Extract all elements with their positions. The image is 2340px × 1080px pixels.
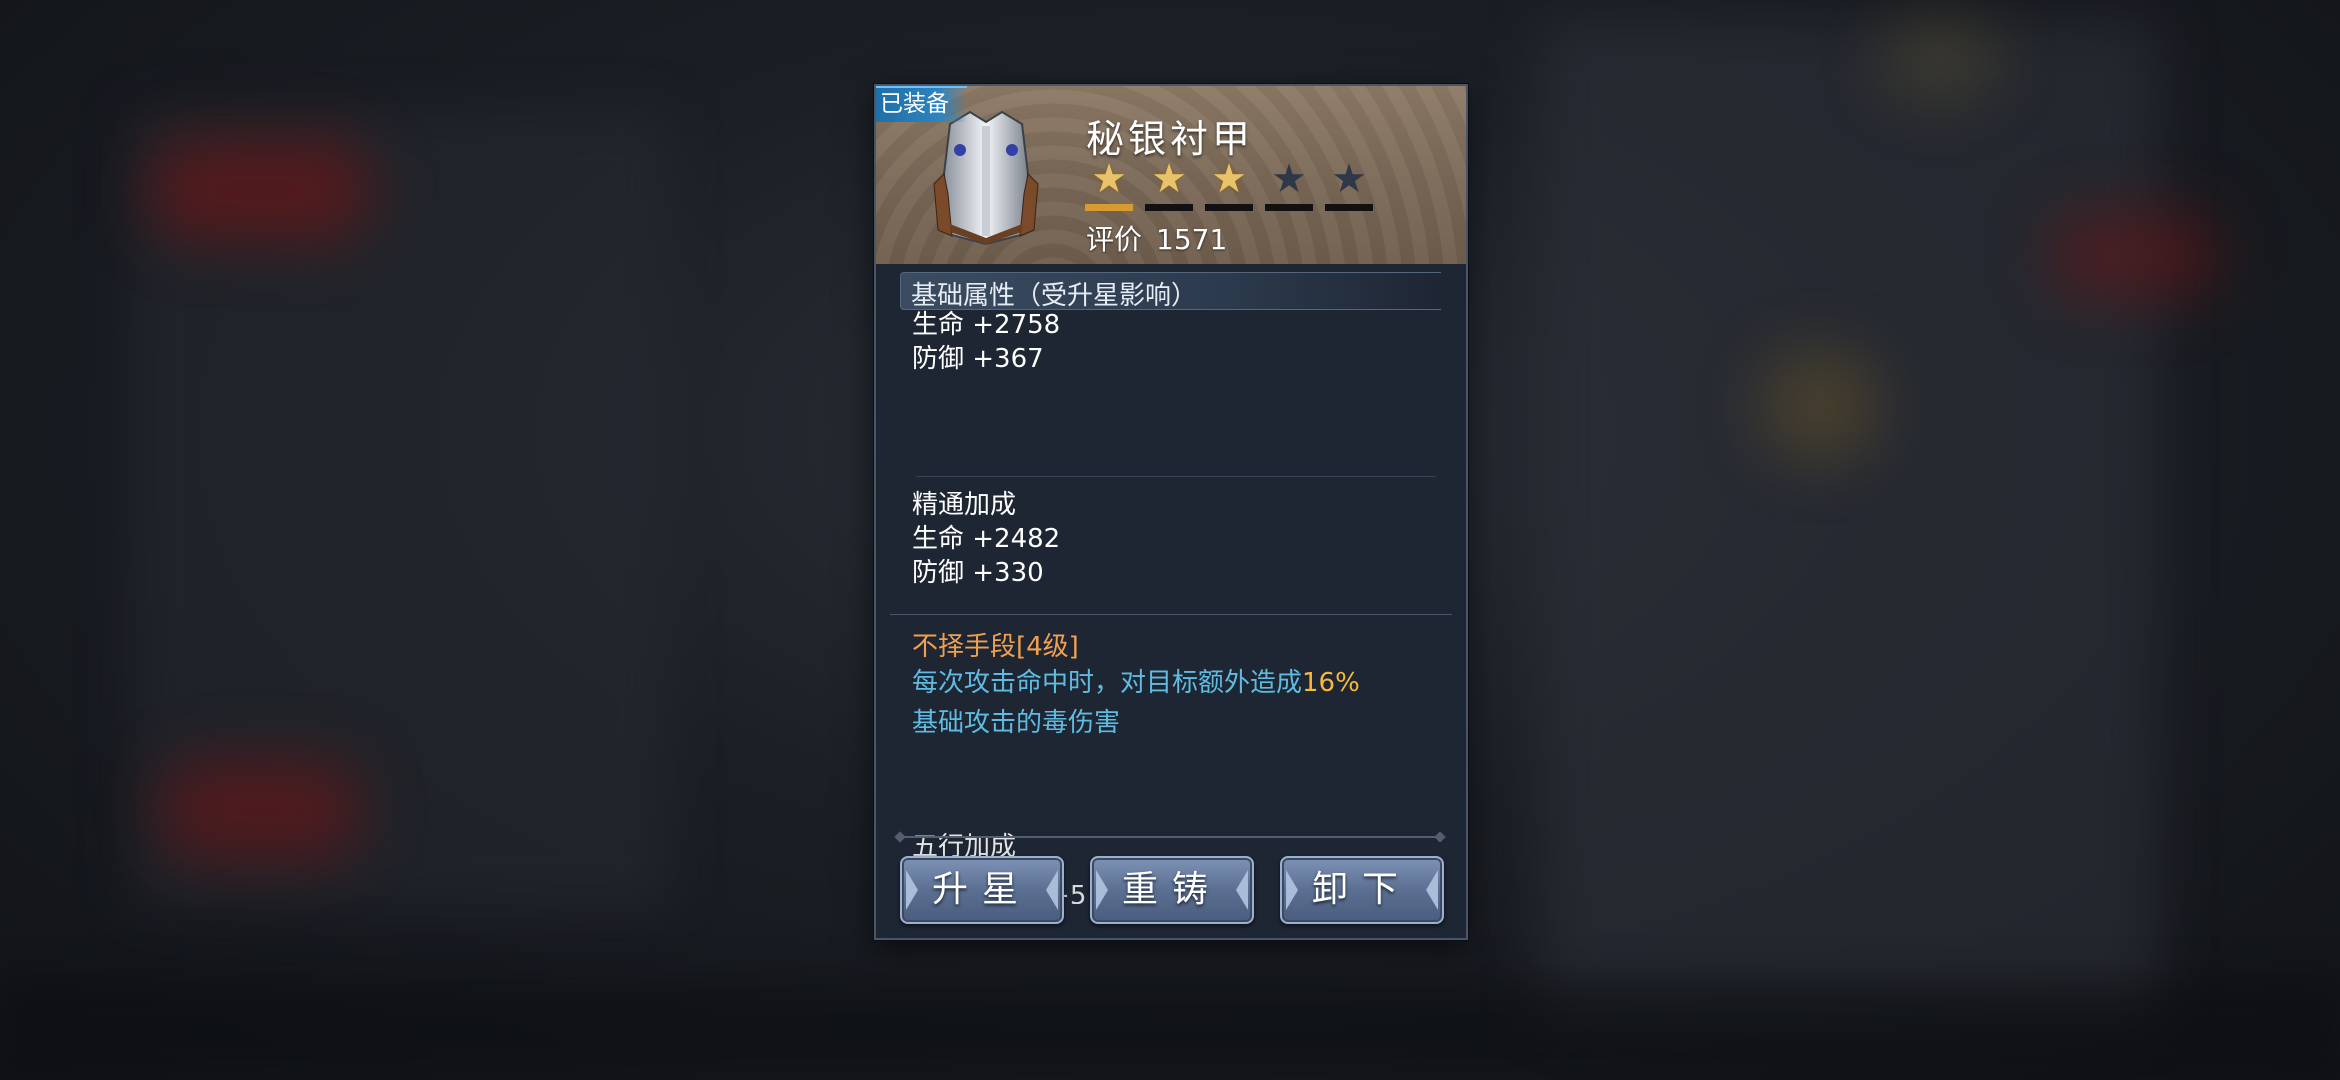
star-empty-icon: ★	[1271, 156, 1307, 202]
background-right-panel	[1540, 20, 2160, 1020]
item-rating: 评价 1571	[1086, 218, 1227, 258]
divider	[916, 476, 1436, 477]
skill-description-line1: 每次攻击命中时，对目标额外造成16%	[912, 666, 1360, 700]
star-bar	[1205, 204, 1253, 211]
star-bar	[1265, 204, 1313, 211]
star-bar	[1325, 204, 1373, 211]
skill-description-line2: 基础攻击的毒伤害	[912, 708, 1121, 738]
unequip-button[interactable]: 卸下	[1280, 856, 1444, 924]
star-slot-1: ★	[1085, 156, 1133, 211]
mastery-hp: 生命 +2482	[912, 524, 1061, 554]
mastery-defense: 防御 +330	[912, 558, 1044, 588]
base-attributes-header: 基础属性（受升星影响）	[900, 272, 1441, 311]
base-hp: 生命 +2758	[912, 310, 1061, 340]
background-gold-item	[1760, 350, 1880, 460]
background-red-button-right	[2050, 210, 2220, 300]
base-defense: 防御 +367	[912, 344, 1044, 374]
star-filled-icon: ★	[1211, 156, 1247, 202]
background-gold-item-2	[1880, 20, 2000, 100]
rating-value: 1571	[1156, 223, 1228, 256]
star-empty-icon: ★	[1331, 156, 1367, 202]
rating-label: 评价	[1086, 223, 1143, 256]
armor-icon	[933, 110, 1039, 246]
item-header: 已装备 秘银衬甲 ★ ★ ★ ★ ★ 评价 1571	[876, 86, 1466, 264]
reforge-button[interactable]: 重铸	[1090, 856, 1254, 924]
equipment-detail-panel: 已装备 秘银衬甲 ★ ★ ★ ★ ★ 评价 1571 基础属性（受升星影响） 生…	[874, 84, 1468, 940]
background-red-button-top	[150, 140, 370, 240]
item-name: 秘银衬甲	[1086, 117, 1255, 161]
star-rating: ★ ★ ★ ★ ★	[1085, 156, 1373, 211]
skill-title: 不择手段[4级]	[912, 632, 1079, 662]
background-red-button-bottom	[160, 760, 360, 860]
star-slot-5: ★	[1325, 156, 1373, 211]
star-slot-4: ★	[1265, 156, 1313, 211]
mastery-title: 精通加成	[912, 490, 1017, 520]
item-details-scroll[interactable]: 基础属性（受升星影响） 生命 +2758 防御 +367 精通加成 生命 +24…	[876, 264, 1466, 904]
equipped-tag: 已装备	[876, 86, 967, 122]
star-filled-icon: ★	[1091, 156, 1127, 202]
star-filled-icon: ★	[1151, 156, 1187, 202]
bottom-separator	[900, 836, 1440, 838]
star-bar	[1145, 204, 1193, 211]
star-bar	[1085, 204, 1133, 211]
star-slot-3: ★	[1205, 156, 1253, 211]
background-bottom-bar	[0, 980, 2340, 1080]
skill-percentage: 16%	[1302, 668, 1360, 698]
star-slot-2: ★	[1145, 156, 1193, 211]
upgrade-star-button[interactable]: 升星	[900, 856, 1064, 924]
divider	[890, 614, 1452, 615]
base-attributes-title: 基础属性（受升星影响）	[911, 281, 1198, 311]
skill-desc-text: 每次攻击命中时，对目标额外造成	[912, 668, 1303, 698]
